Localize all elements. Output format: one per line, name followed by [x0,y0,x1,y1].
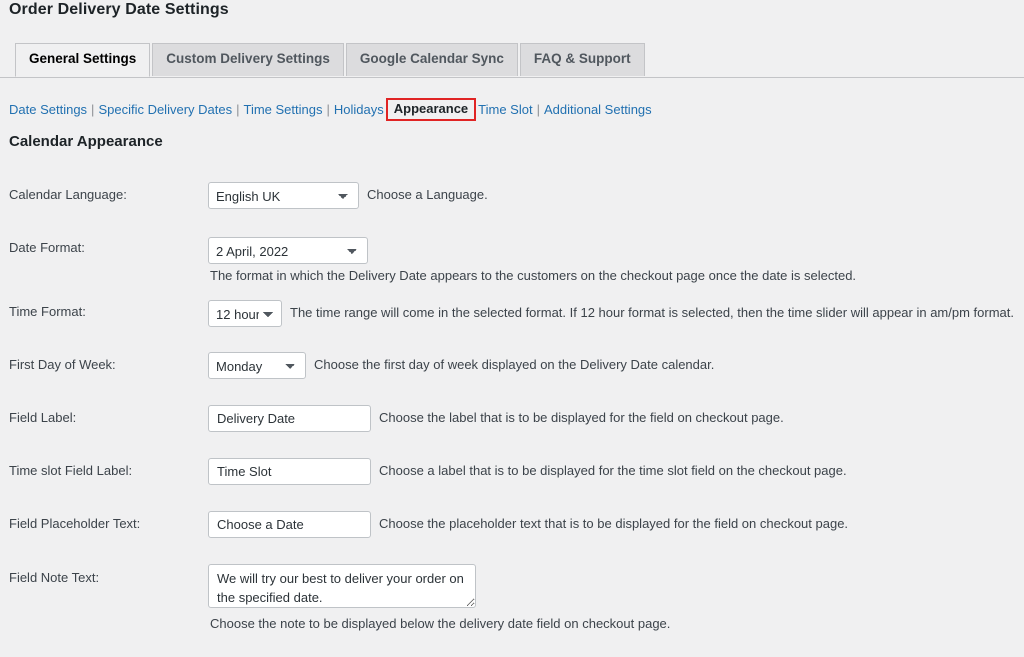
description-time-slot-field-label: Choose a label that is to be displayed f… [379,463,847,478]
select-time-format[interactable]: 12 hour [208,300,283,327]
select-date-format[interactable]: 2 April, 2022 [208,237,369,264]
form-row-first-day-of-week: First Day of Week: Monday Choose the fir… [0,343,1024,395]
label-calendar-language: Calendar Language: [9,187,127,202]
page-title: Order Delivery Date Settings [9,1,229,18]
subnav-item-time-settings[interactable]: Time Settings [243,102,322,117]
tab-faq-support[interactable]: FAQ & Support [519,43,645,77]
description-time-format: The time range will come in the selected… [290,305,1014,320]
description-field-placeholder-text: Choose the placeholder text that is to b… [379,516,849,531]
description-field-label: Choose the label that is to be displayed… [379,410,784,425]
calendar-appearance-form: Calendar Language: English UK Choose a L… [0,172,1024,648]
subnav-separator: | [236,102,240,117]
form-row-field-note-text: Field Note Text: We will try our best to… [0,554,1024,648]
label-field-placeholder-text: Field Placeholder Text: [9,516,141,531]
subnav-separator: | [91,102,95,117]
subnav-separator: | [326,102,330,117]
tab-general-settings[interactable]: General Settings [15,43,151,78]
input-field-label[interactable] [208,405,372,432]
tab-google-calendar-sync[interactable]: Google Calendar Sync [345,43,518,77]
textarea-field-note-text[interactable]: We will try our best to deliver your ord… [208,564,477,608]
description-calendar-language: Choose a Language. [367,187,488,202]
form-row-time-format: Time Format: 12 hour The time range will… [0,290,1024,343]
form-row-calendar-language: Calendar Language: English UK Choose a L… [0,172,1024,225]
subnav-separator: | [536,102,540,117]
subnav-item-specific-delivery-dates[interactable]: Specific Delivery Dates [98,102,232,117]
settings-tab-bar: General Settings Custom Delivery Settings… [0,43,1024,78]
label-time-slot-field-label: Time slot Field Label: [9,463,133,478]
label-first-day-of-week: First Day of Week: [9,357,116,372]
input-field-placeholder-text[interactable] [208,511,372,538]
tab-custom-delivery-settings[interactable]: Custom Delivery Settings [152,43,344,77]
subnav: Date Settings | Specific Delivery Dates | Ti… [9,98,652,122]
select-first-day-of-week[interactable]: Monday [208,352,307,379]
input-time-slot-field-label[interactable] [208,458,372,485]
description-field-note-text: Choose the note to be displayed below th… [210,616,671,631]
form-row-field-label: Field Label: Choose the label that is to… [0,395,1024,448]
form-row-date-format: Date Format: 2 April, 2022 The format in… [0,225,1024,290]
form-row-field-placeholder-text: Field Placeholder Text: Choose the place… [0,501,1024,554]
description-date-format: The format in which the Delivery Date ap… [210,268,857,283]
label-field-note-text: Field Note Text: [9,570,100,585]
form-row-time-slot-field-label: Time slot Field Label: Choose a label th… [0,448,1024,501]
subnav-item-time-slot[interactable]: Time Slot [478,102,532,117]
label-field-label: Field Label: [9,410,77,425]
label-time-format: Time Format: [9,304,86,319]
subnav-item-appearance-current[interactable]: Appearance [385,98,477,121]
subnav-item-additional-settings[interactable]: Additional Settings [544,102,652,117]
description-first-day-of-week: Choose the first day of week displayed o… [314,357,715,372]
subnav-item-holidays[interactable]: Holidays [334,102,384,117]
subnav-item-date-settings[interactable]: Date Settings [9,102,87,117]
section-heading-calendar-appearance: Calendar Appearance [9,133,163,150]
label-date-format: Date Format: [9,240,85,255]
select-calendar-language[interactable]: English UK [208,182,360,209]
